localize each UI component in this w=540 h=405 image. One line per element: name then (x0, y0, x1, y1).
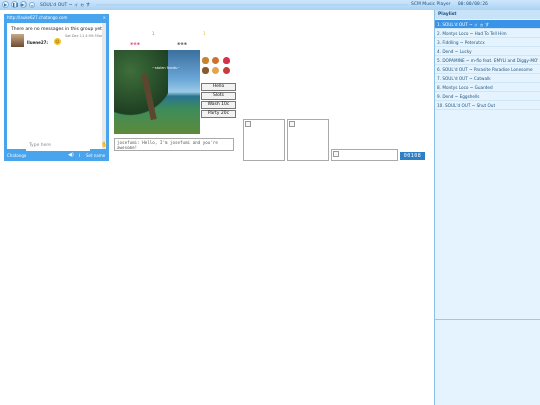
broken-image-icon (245, 121, 251, 127)
username[interactable]: lluene27: (27, 40, 48, 45)
empty-message: There are no messages in this group yet. (11, 27, 104, 32)
play-icon[interactable]: ▶ (2, 1, 9, 8)
speaker-icon[interactable]: ◀) (68, 152, 74, 158)
emoji-icon[interactable]: ☺ (93, 142, 98, 148)
chatango-link[interactable]: Chatango (7, 153, 26, 158)
apple-icon[interactable] (223, 67, 230, 74)
pet-scene-image: ~stolen fronts~ (114, 50, 200, 134)
hello-button[interactable]: Hello (201, 83, 236, 91)
chat-window: http://lauke627.chatango.com × There are… (4, 14, 109, 161)
broken-image-icon (289, 121, 295, 127)
cake-icon[interactable] (212, 67, 219, 74)
broken-image-1 (243, 119, 285, 161)
hit-counter: 00108 (400, 152, 425, 160)
pause-icon[interactable]: ❚❚ (11, 1, 19, 8)
footer-divider: I (79, 153, 81, 158)
set-name-link[interactable]: Set name (86, 153, 105, 158)
playlist-item[interactable]: 5. DOPAMINE ~ m-flo feat. EMYLI and Digg… (435, 56, 540, 65)
image-caption: ~stolen fronts~ (152, 66, 180, 70)
pet-speech-box: josefumi: Hello, I'm josefumi and you're… (114, 138, 234, 151)
camera-icon[interactable]: ▣ (7, 142, 13, 149)
playlist-item[interactable]: 10. SOUL'd OUT ~ Shut Out (435, 101, 540, 110)
wash-button[interactable]: Wash 10c (201, 101, 236, 109)
hearts-left: ❀❀❀ (130, 41, 141, 46)
playlist-item[interactable]: 9. Dend ~ Eggshells (435, 92, 540, 101)
hearts-right: ❀❀❀ (177, 41, 188, 46)
chat-footer: Chatango ◀) I Set name (7, 152, 109, 160)
bread-icon[interactable] (202, 57, 209, 64)
smiley-icon: ☺ (54, 38, 61, 45)
seek-bar[interactable] (96, 4, 408, 6)
broken-image-2 (287, 119, 329, 161)
playlist-toggle-icon[interactable]: ≡ (29, 2, 35, 8)
playlist-item[interactable]: 7. SOUL'd OUT ~ Catwalk (435, 74, 540, 83)
pie-icon[interactable] (212, 57, 219, 64)
hand-icon[interactable]: ✋ (101, 142, 107, 148)
broken-image-3 (331, 149, 398, 161)
yellow-marker: 1 (203, 31, 206, 36)
playlist-item[interactable]: 3. Fiddling ~ Peterutcx (435, 38, 540, 47)
avatar[interactable] (11, 34, 24, 47)
message-timestamp: Sat Dec 11 4:59:35am (65, 34, 105, 38)
strawberry-icon[interactable] (223, 57, 230, 64)
playlist-item[interactable]: 6. SOUL'd OUT ~ Parasite Paradise Loneso… (435, 65, 540, 74)
next-icon[interactable]: ▶| (20, 1, 27, 8)
close-icon[interactable]: × (103, 14, 106, 22)
tree-shape (114, 50, 168, 120)
party-button[interactable]: Party 20c (201, 110, 236, 118)
player-time: 00:00/00:26 (458, 2, 488, 7)
slots-button[interactable]: Slots (201, 92, 236, 100)
playlist-item[interactable]: 4. Dend ~ Lucky (435, 47, 540, 56)
broken-image-icon (333, 151, 339, 157)
playlist-divider (435, 319, 540, 320)
playlist-item[interactable]: 2. Montys Loco ~ Had To Tell Him (435, 29, 540, 38)
playlist-item[interactable]: 1. SOUL'd OUT ~ ィ ヵ す (435, 20, 540, 29)
green-marker: 1 (152, 31, 155, 36)
chat-messages: There are no messages in this group yet.… (7, 23, 106, 149)
music-player-bar: ▶ ❚❚ ▶| ≡ SOUL'd OUT ~ ィ ヵ す SCM Music P… (0, 0, 540, 10)
chat-url: http://lauke627.chatango.com (7, 15, 68, 20)
now-playing: SOUL'd OUT ~ ィ ヵ す (40, 3, 91, 8)
chat-input[interactable]: Type here (26, 140, 90, 151)
chat-scrollbar[interactable] (102, 23, 106, 149)
playlist-header: Playlist (435, 10, 540, 19)
playlist-item[interactable]: 8. Montys Loco ~ Guarded (435, 83, 540, 92)
cookie-icon[interactable] (202, 67, 209, 74)
player-title: SCM Music Player (411, 2, 451, 7)
playlist-panel: Playlist 1. SOUL'd OUT ~ ィ ヵ す 2. Montys… (434, 10, 540, 405)
